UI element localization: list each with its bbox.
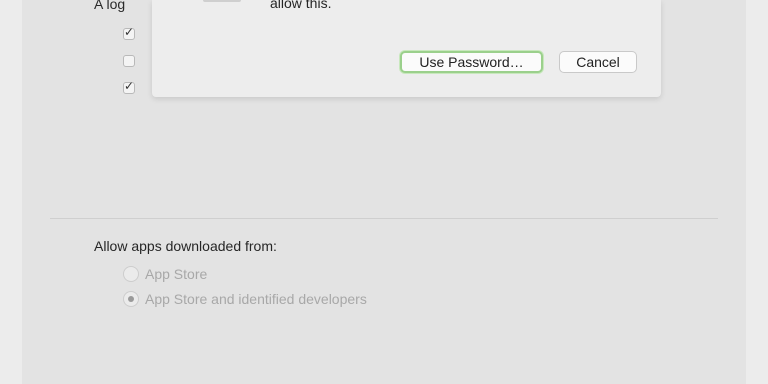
cancel-button[interactable]: Cancel [559,51,637,73]
allow-apps-heading: Allow apps downloaded from: [94,238,277,254]
checkbox-3[interactable] [123,79,135,94]
radio-button-icon[interactable] [123,266,139,282]
security-preferences-window: A log s Allow apps downloaded from: App … [22,0,746,384]
section-divider [50,218,718,219]
radio-app-store-identified-label: App Store and identified developers [145,291,367,307]
checkbox-1[interactable] [123,25,135,40]
radio-button-selected-icon[interactable] [123,291,139,307]
lock-icon [203,0,241,2]
authorization-sheet: allow this. Use Password… Cancel [152,0,661,97]
radio-app-store-label: App Store [145,266,208,282]
use-password-button[interactable]: Use Password… [400,51,543,73]
radio-app-store[interactable]: App Store [123,266,207,282]
login-setting-text: A log [94,0,126,12]
checkbox-2[interactable] [123,55,135,67]
radio-app-store-identified[interactable]: App Store and identified developers [123,291,367,307]
authorization-message: allow this. [270,0,332,11]
